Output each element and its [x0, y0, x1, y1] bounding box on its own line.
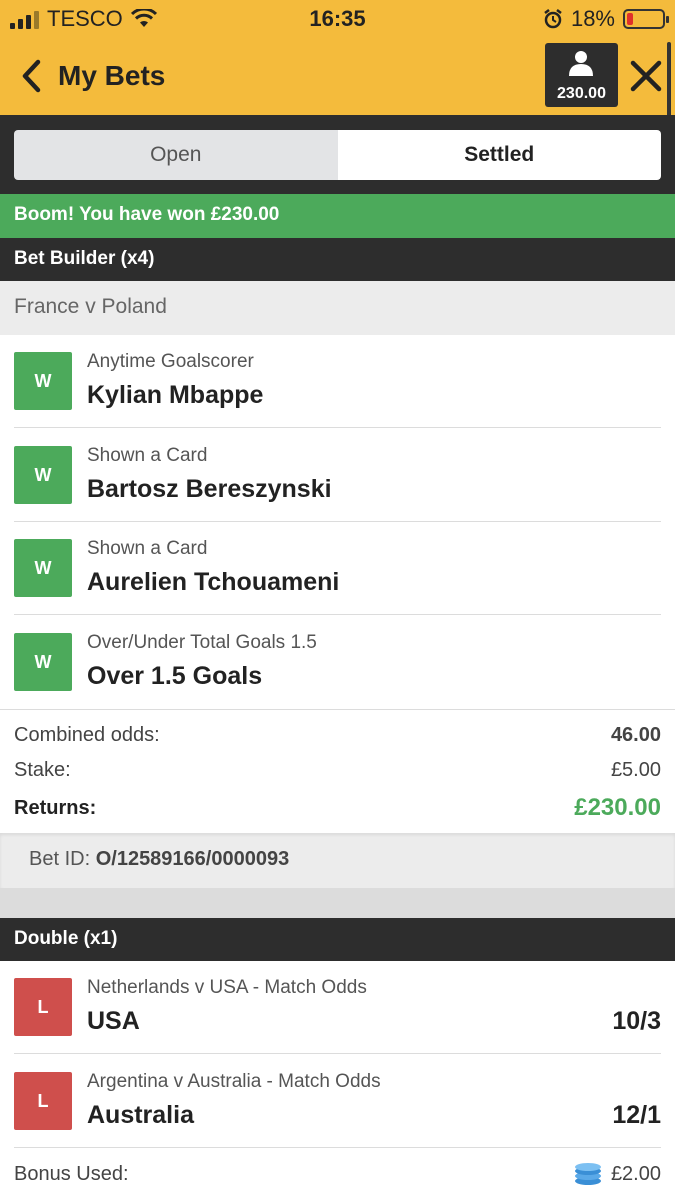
app-header: My Bets 230.00 — [0, 38, 675, 115]
selection-row: W Shown a Card Aurelien Tchouameni — [0, 522, 675, 615]
battery-icon — [623, 9, 669, 29]
stake-row: Stake: £5.00 — [14, 759, 661, 782]
selection-row: W Shown a Card Bartosz Bereszynski — [0, 429, 675, 522]
tab-settled[interactable]: Settled — [337, 130, 661, 180]
match-name: France v Poland — [0, 281, 675, 335]
result-badge: W — [14, 352, 72, 410]
bonus-label: Bonus Used: — [14, 1162, 129, 1185]
market-label: Shown a Card — [87, 445, 208, 466]
win-banner: Boom! You have won £230.00 — [0, 194, 675, 238]
market-label: Anytime Goalscorer — [87, 351, 254, 372]
result-badge: W — [14, 633, 72, 691]
selection-row: W Anytime Goalscorer Kylian Mbappe — [0, 335, 675, 428]
page-title: My Bets — [58, 60, 166, 91]
divider — [14, 1053, 661, 1054]
market-label: Netherlands v USA - Match Odds — [87, 977, 367, 998]
bet-type-header: Bet Builder (x4) — [0, 238, 675, 281]
tab-bar: Open Settled — [0, 115, 675, 194]
selection-row: L Argentina v Australia - Match Odds Aus… — [0, 1055, 675, 1148]
selection-name: Kylian Mbappe — [87, 381, 264, 409]
divider — [14, 427, 661, 428]
selection-odds: 10/3 — [612, 1007, 661, 1035]
bonus-value: £2.00 — [610, 1162, 661, 1185]
bet-type-header: Double (x1) — [0, 918, 675, 961]
market-label: Shown a Card — [87, 538, 208, 559]
bet-id-value: O/12589166/0000093 — [95, 848, 290, 870]
selection-name: USA — [87, 1007, 140, 1035]
coins-icon — [574, 1163, 601, 1185]
returns-label: Returns: — [14, 797, 97, 819]
result-badge: W — [14, 446, 72, 504]
result-badge: L — [14, 1072, 72, 1130]
bet-id: Bet ID: O/12589166/0000093 — [0, 833, 675, 888]
market-label: Argentina v Australia - Match Odds — [87, 1071, 381, 1092]
selection-row: L Netherlands v USA - Match Odds USA 10/… — [0, 961, 675, 1054]
bet-id-label: Bet ID: — [29, 848, 91, 870]
divider — [0, 709, 675, 710]
result-badge: L — [14, 978, 72, 1036]
tab-open[interactable]: Open — [14, 130, 338, 180]
divider — [14, 1147, 661, 1148]
user-icon — [569, 51, 593, 76]
status-bar: TESCO 16:35 18% — [0, 0, 675, 38]
market-label: Over/Under Total Goals 1.5 — [87, 632, 317, 653]
combined-odds-row: Combined odds: 46.00 — [14, 724, 661, 747]
account-button[interactable]: 230.00 — [545, 43, 618, 107]
returns-value: £230.00 — [574, 794, 661, 821]
stake-value: £5.00 — [610, 759, 661, 781]
account-balance: 230.00 — [557, 85, 606, 102]
selection-name: Australia — [87, 1101, 194, 1129]
selection-odds: 12/1 — [612, 1101, 661, 1129]
stake-label: Stake: — [14, 759, 71, 781]
returns-row: Returns: £230.00 — [14, 794, 661, 822]
alarm-icon — [544, 9, 562, 29]
selection-name: Bartosz Bereszynski — [87, 475, 332, 503]
back-button[interactable] — [16, 56, 46, 96]
result-badge: W — [14, 539, 72, 597]
chevron-left-icon — [22, 59, 41, 93]
bonus-row: Bonus Used: £2.00 — [14, 1162, 661, 1186]
divider — [14, 614, 661, 615]
selection-row: W Over/Under Total Goals 1.5 Over 1.5 Go… — [0, 616, 675, 709]
bet-card: W Anytime Goalscorer Kylian Mbappe W Sho… — [0, 335, 675, 833]
close-icon[interactable] — [628, 58, 664, 94]
combined-odds-label: Combined odds: — [14, 724, 160, 746]
battery-percent: 18% — [570, 6, 615, 31]
combined-odds-value: 46.00 — [610, 724, 661, 746]
selection-name: Over 1.5 Goals — [87, 662, 263, 690]
selection-name: Aurelien Tchouameni — [87, 568, 340, 596]
